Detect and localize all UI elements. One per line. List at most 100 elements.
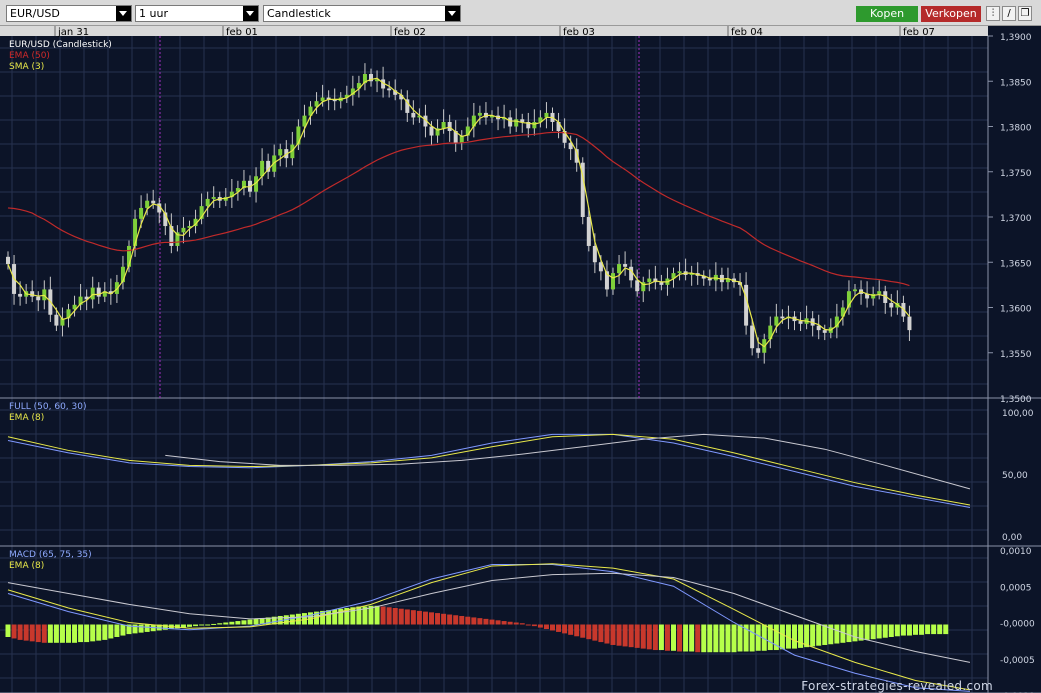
candle-body: [205, 198, 210, 207]
macd-histogram-bar: [501, 621, 507, 625]
macd-histogram-bar: [241, 620, 247, 625]
candle-body: [54, 314, 59, 326]
draw-line-icon[interactable]: /: [1002, 6, 1016, 21]
candle-body: [508, 117, 513, 127]
macd-histogram-bar: [380, 606, 386, 625]
macd-histogram-bar: [943, 624, 949, 635]
sell-button[interactable]: Verkopen: [921, 6, 981, 22]
macd-histogram-bar: [102, 624, 108, 640]
candle-body: [139, 207, 144, 219]
candle-body: [750, 325, 755, 349]
candle-body: [774, 316, 779, 326]
timeframe-select[interactable]: 1 uur: [135, 5, 259, 22]
time-tick-label: feb 03: [563, 27, 595, 38]
macd-histogram-bar: [919, 624, 925, 635]
macd-histogram-bar: [23, 624, 29, 641]
time-tick-label: feb 02: [394, 27, 426, 38]
macd-histogram-bar: [574, 624, 580, 637]
candle-body: [635, 280, 640, 292]
macd-histogram-bar: [646, 624, 652, 650]
candle-body: [889, 302, 894, 308]
macd-histogram-bar: [568, 624, 574, 635]
macd-histogram-bar: [822, 624, 828, 645]
macd-histogram-bar: [332, 609, 338, 625]
price-tick-label: 1,3650: [1000, 259, 1032, 269]
macd-histogram-bar: [931, 624, 937, 635]
macd-histogram-bar: [900, 624, 906, 636]
time-axis-bar: [0, 26, 988, 36]
macd-histogram-bar: [701, 624, 707, 653]
macd-histogram-bar: [834, 624, 840, 644]
macd-histogram-bar: [78, 624, 84, 643]
candle-body: [42, 289, 47, 301]
stochastic-tick-label: 0,00: [1002, 533, 1022, 543]
buy-button[interactable]: Kopen: [856, 6, 918, 22]
candle-body: [744, 284, 749, 326]
macd-histogram-bar: [689, 624, 695, 652]
candle-body: [677, 271, 682, 274]
macd-histogram-bar: [864, 624, 870, 640]
candle-body: [780, 316, 785, 319]
macd-histogram-bar: [658, 624, 664, 651]
price-tick-label: 1,3750: [1000, 169, 1032, 179]
chart-type-select[interactable]: Candlestick: [263, 5, 461, 22]
macd-histogram-bar: [96, 624, 102, 641]
candle-body: [877, 291, 882, 294]
macd-histogram-bar: [120, 624, 126, 636]
macd-histogram-bar: [725, 624, 731, 653]
candle-body: [532, 121, 537, 129]
macd-histogram-bar: [556, 624, 562, 632]
detach-window-icon[interactable]: ❐: [1018, 6, 1032, 21]
symbol-select[interactable]: EUR/USD: [6, 5, 132, 22]
symbol-select-value: EUR/USD: [10, 7, 60, 20]
macd-histogram-bar: [138, 624, 144, 633]
watermark-text: Forex-strategies-revealed.com: [801, 679, 993, 693]
candle-body: [611, 273, 615, 290]
macd-histogram-bar: [41, 624, 47, 643]
macd-histogram-bar: [495, 620, 501, 625]
macd-histogram-bar: [72, 624, 78, 643]
macd-histogram-bar: [628, 624, 634, 648]
bar-chart-icon[interactable]: ⫶: [986, 6, 1000, 21]
macd-histogram-bar: [17, 624, 23, 640]
time-tick-label: feb 04: [731, 27, 763, 38]
candle-body: [477, 112, 482, 116]
macd-histogram-bar: [144, 624, 150, 632]
chart-type-select-value: Candlestick: [267, 7, 331, 20]
macd-histogram-bar: [453, 615, 459, 625]
macd-histogram-bar: [810, 624, 816, 647]
macd-histogram-bar: [876, 624, 882, 639]
macd-histogram-bar: [301, 613, 307, 625]
macd-histogram-bar: [398, 608, 404, 625]
macd-histogram-bar: [586, 624, 592, 640]
macd-histogram-bar: [513, 622, 519, 625]
macd-histogram-bar: [35, 624, 41, 643]
candle-body: [514, 119, 519, 127]
macd-tick-label: -0,0000: [1000, 620, 1035, 630]
macd-histogram-bar: [374, 605, 380, 625]
macd-histogram-bar: [616, 624, 622, 646]
macd-histogram-bar: [562, 624, 568, 634]
candle-body: [6, 256, 10, 265]
macd-histogram-bar: [66, 624, 71, 643]
candle-body: [853, 289, 857, 292]
candle-body: [90, 287, 95, 300]
price-legend-0: EUR/USD (Candlestick): [9, 40, 112, 50]
macd-histogram-bar: [386, 607, 392, 625]
macd-histogram-bar: [229, 621, 235, 625]
macd-histogram-bar: [223, 622, 229, 625]
macd-histogram-bar: [489, 619, 495, 625]
macd-histogram-bar: [695, 624, 701, 653]
macd-histogram-bar: [652, 624, 658, 651]
macd-histogram-bar: [719, 624, 725, 653]
chevron-down-icon: [243, 6, 258, 21]
candle-body: [181, 227, 186, 233]
macd-histogram-bar: [416, 610, 422, 625]
chart-area: jan 31 feb 01 feb 02 feb 03 feb 04 feb 07 1,39…: [0, 26, 1041, 693]
macd-histogram-bar: [29, 624, 35, 642]
macd-histogram-bar: [604, 624, 610, 644]
macd-histogram-bar: [925, 624, 931, 635]
macd-histogram-bar: [519, 623, 525, 625]
price-tick-label: 1,3500: [1000, 395, 1032, 405]
macd-histogram-bar: [525, 624, 531, 626]
